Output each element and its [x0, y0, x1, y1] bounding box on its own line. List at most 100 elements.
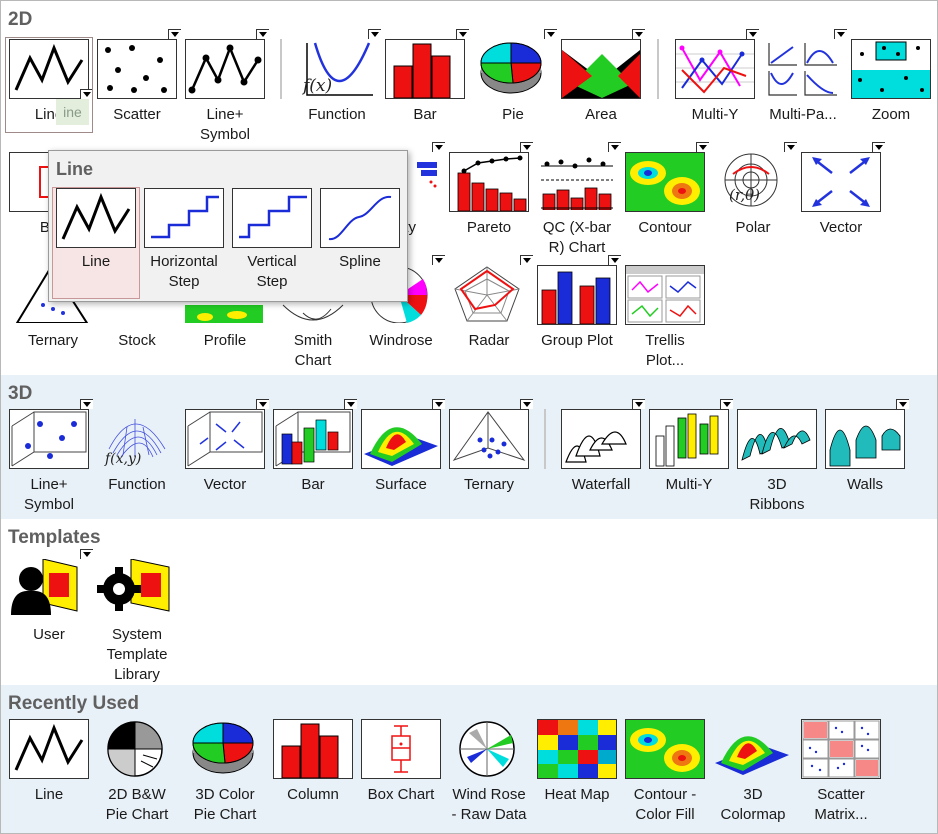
- tile-label: Box Chart: [367, 786, 435, 803]
- tile-label: Scatter: [113, 106, 161, 123]
- tile-label: Radar: [468, 332, 510, 349]
- tile-dropdown[interactable]: [520, 399, 533, 409]
- tile-dropdown[interactable]: [432, 399, 445, 409]
- tile-dropdown[interactable]: [256, 29, 269, 39]
- flyout-item-label: Spline: [339, 253, 381, 270]
- tile-label: Ternary: [463, 476, 515, 493]
- user-template-icon: [9, 559, 89, 619]
- tile-label: QC (X-bar R) Chart: [542, 219, 612, 256]
- tile-label: Heat Map: [544, 786, 610, 803]
- wind-rose-icon: [449, 719, 529, 779]
- section-3d: 3D Line+ Symbol f(x,y) Function Vector B…: [1, 375, 937, 519]
- function3d-text: f(x,y): [104, 451, 141, 467]
- tile-label: Column: [287, 786, 339, 803]
- tile-label: System Template Library: [106, 626, 168, 683]
- function-chart-icon: f(x): [297, 39, 377, 99]
- waterfall-chart-icon: [561, 409, 641, 469]
- polar-text: (r,θ): [729, 186, 760, 204]
- section-title-recent: Recently Used: [8, 693, 139, 714]
- 3d-function-icon: f(x,y): [97, 409, 177, 469]
- scatter-matrix-icon: [801, 719, 881, 779]
- tile-label: Windrose: [369, 332, 433, 349]
- tile-dropdown[interactable]: [256, 399, 269, 409]
- tile-label: Zoom: [871, 106, 911, 123]
- separator: [657, 39, 659, 99]
- tile-dropdown[interactable]: [80, 399, 93, 409]
- tile-label: Group Plot: [541, 332, 613, 349]
- box-chart-icon: [361, 719, 441, 779]
- section-title-3d: 3D: [8, 383, 33, 404]
- flyout-item-label: Vertical Step: [247, 253, 297, 290]
- tile-dropdown[interactable]: [608, 255, 621, 265]
- tile-dropdown[interactable]: [432, 255, 445, 265]
- pareto-chart-icon: [449, 152, 529, 212]
- 3d-colormap-icon: [713, 719, 793, 779]
- multi-y-chart-icon: [675, 39, 755, 99]
- tile-label: Wind Rose - Raw Data: [451, 786, 527, 823]
- tile-dropdown[interactable]: [696, 142, 709, 152]
- flyout-item-label: Line: [81, 253, 111, 270]
- tile-dropdown[interactable]: [608, 142, 621, 152]
- section-templates: Templates User System Template Library: [1, 519, 937, 685]
- tile-label: Trellis Plot...: [645, 332, 685, 369]
- flyout-item-label: Horizontal Step: [150, 253, 218, 290]
- tile-dropdown[interactable]: [80, 549, 93, 559]
- tile-label: 3D Colormap: [720, 786, 786, 823]
- tile-dropdown[interactable]: [344, 399, 357, 409]
- line-chart-icon: [9, 39, 89, 99]
- section-recently-used: Recently Used Line 2D B&W Pie Chart 3D C…: [1, 685, 937, 833]
- tile-dropdown[interactable]: [544, 29, 557, 39]
- tile-label: Function: [108, 476, 166, 493]
- system-template-icon: [97, 559, 177, 619]
- tile-label: Multi-Pa...: [769, 106, 837, 123]
- flyout-title: Line: [56, 159, 94, 179]
- tile-dropdown[interactable]: [896, 399, 909, 409]
- 3d-line-symbol-icon: [9, 409, 89, 469]
- trellis-plot-icon: [625, 265, 705, 325]
- polar-chart-icon: (r,θ): [713, 152, 793, 212]
- tile-label: Vector: [203, 476, 247, 493]
- tile-dropdown[interactable]: [834, 29, 847, 39]
- bar-chart-icon: [385, 39, 465, 99]
- 3d-ribbons-icon: [737, 409, 817, 469]
- tile-label: Line+ Symbol: [23, 476, 75, 513]
- tile-label: Profile: [203, 332, 247, 349]
- tile-label: Smith Chart: [293, 332, 333, 369]
- tile-dropdown[interactable]: [432, 142, 445, 152]
- line-flyout-menu: Line Line Horizontal Step Vertical Step …: [48, 150, 408, 302]
- tile-dropdown[interactable]: [168, 29, 181, 39]
- tile-line-dropdown[interactable]: [80, 89, 93, 99]
- 3d-multi-y-icon: [649, 409, 729, 469]
- line-symbol-chart-icon: [185, 39, 265, 99]
- tile-dropdown[interactable]: [872, 142, 885, 152]
- tile-dropdown[interactable]: [368, 29, 381, 39]
- tile-label: Scatter Matrix...: [814, 786, 868, 823]
- 3d-bar-icon: [273, 409, 353, 469]
- tile-dropdown[interactable]: [456, 29, 469, 39]
- tile-dropdown[interactable]: [632, 29, 645, 39]
- tile-dropdown[interactable]: [632, 399, 645, 409]
- horizontal-step-icon: [144, 188, 224, 248]
- drag-ghost: ine: [56, 99, 89, 125]
- tile-label: Contour - Color Fill: [633, 786, 697, 823]
- tile-label: Polar: [735, 219, 771, 236]
- tile-label: Walls: [846, 476, 884, 493]
- 3d-surface-icon: [361, 409, 441, 469]
- heat-map-icon: [537, 719, 617, 779]
- tile-label: Bar: [413, 106, 437, 123]
- tile-dropdown[interactable]: [520, 255, 533, 265]
- walls-chart-icon: [825, 409, 905, 469]
- line-chart-icon: [9, 719, 89, 779]
- group-plot-icon: [537, 265, 617, 325]
- scatter-chart-icon: [97, 39, 177, 99]
- 3d-vector-icon: [185, 409, 265, 469]
- zoom-chart-icon: [851, 39, 931, 99]
- tile-dropdown[interactable]: [784, 142, 797, 152]
- tile-dropdown[interactable]: [746, 29, 759, 39]
- tile-label: Surface: [375, 476, 427, 493]
- tile-label: Pie: [502, 106, 524, 123]
- tile-label: Area: [585, 106, 617, 123]
- tile-dropdown[interactable]: [720, 399, 733, 409]
- tile-dropdown[interactable]: [520, 142, 533, 152]
- tile-label: Multi-Y: [691, 106, 739, 123]
